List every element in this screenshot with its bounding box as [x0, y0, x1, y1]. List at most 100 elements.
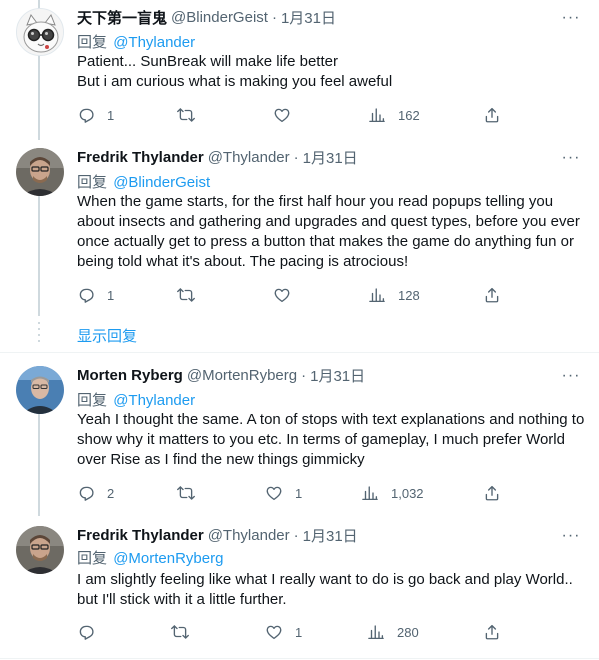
- retweet-button[interactable]: [177, 484, 195, 502]
- reply-to: 回复 @BlinderGeist: [77, 171, 210, 192]
- like-button[interactable]: 1: [265, 623, 302, 641]
- views-count: 128: [398, 287, 420, 303]
- views-count: 280: [397, 624, 419, 640]
- views-button[interactable]: 162: [368, 106, 420, 124]
- tweet-text-line: Patient... SunBreak will make life bette…: [77, 53, 338, 70]
- author-handle[interactable]: @Thylander: [208, 527, 290, 544]
- share-icon: [483, 106, 501, 124]
- tweet-date[interactable]: 1月31日: [310, 365, 365, 386]
- tweet[interactable]: Morten Ryberg @MortenRyberg · 1月31日 ··· …: [0, 358, 599, 518]
- tweet[interactable]: Fredrik Thylander @Thylander · 1月31日 ···…: [0, 140, 599, 350]
- share-button[interactable]: [483, 106, 501, 124]
- share-icon: [483, 286, 501, 304]
- heart-icon: [273, 286, 291, 304]
- author-name[interactable]: Fredrik Thylander: [77, 527, 204, 544]
- views-icon: [368, 106, 386, 124]
- views-button[interactable]: 280: [367, 623, 419, 641]
- reply-icon: [77, 286, 95, 304]
- avatar[interactable]: [16, 148, 64, 196]
- tweet[interactable]: Fredrik Thylander @Thylander · 1月31日 ···…: [0, 518, 599, 660]
- tweet-text-line: I am slightly feeling like what I really…: [77, 571, 573, 608]
- reply-button[interactable]: [77, 623, 95, 641]
- reply-prefix: 回复: [77, 392, 108, 409]
- separator-dot: ·: [293, 526, 299, 544]
- divider: [0, 352, 599, 353]
- person-avatar-icon: [16, 148, 64, 196]
- retweet-button[interactable]: [177, 286, 195, 304]
- avatar[interactable]: [16, 526, 64, 574]
- reply-mention-link[interactable]: @Thylander: [113, 34, 195, 51]
- retweet-button[interactable]: [177, 106, 195, 124]
- divider: [0, 658, 599, 659]
- retweet-icon: [177, 484, 195, 502]
- tweet-date[interactable]: 1月31日: [281, 7, 336, 28]
- reply-mention-link[interactable]: @Thylander: [113, 392, 195, 409]
- like-button[interactable]: 1: [265, 484, 302, 502]
- retweet-icon: [177, 286, 195, 304]
- views-button[interactable]: 1,032: [361, 484, 424, 502]
- tweet-date[interactable]: 1月31日: [303, 525, 358, 546]
- author-name[interactable]: Fredrik Thylander: [77, 149, 204, 166]
- reply-icon: [77, 106, 95, 124]
- retweet-icon: [177, 106, 195, 124]
- share-icon: [483, 623, 501, 641]
- reply-button[interactable]: 1: [77, 106, 114, 124]
- like-count: 1: [295, 624, 303, 640]
- share-button[interactable]: [483, 484, 501, 502]
- heart-icon: [273, 106, 291, 124]
- heart-icon: [265, 623, 283, 641]
- retweet-button[interactable]: [171, 623, 189, 641]
- views-icon: [361, 484, 379, 502]
- action-bar: 2 1 1,032: [77, 483, 507, 503]
- reply-mention-link[interactable]: @MortenRyberg: [113, 550, 223, 567]
- tweet-text-line: Yeah I thought the same. A ton of stops …: [77, 411, 585, 468]
- reply-button[interactable]: 2: [77, 484, 114, 502]
- person-avatar-icon: [16, 526, 64, 574]
- views-icon: [368, 286, 386, 304]
- share-button[interactable]: [483, 286, 501, 304]
- separator-dot: ·: [293, 148, 299, 166]
- tweet-text: Patient... SunBreak will make life bette…: [77, 52, 587, 92]
- author-handle[interactable]: @Thylander: [208, 149, 290, 166]
- more-icon[interactable]: ···: [561, 366, 581, 386]
- share-button[interactable]: [483, 623, 501, 641]
- more-icon[interactable]: ···: [561, 526, 581, 546]
- cat-avatar-icon: [17, 9, 63, 55]
- reply-to: 回复 @MortenRyberg: [77, 547, 223, 568]
- views-button[interactable]: 128: [368, 286, 420, 304]
- reply-count: 1: [107, 107, 115, 123]
- author-name[interactable]: 天下第一盲鬼: [77, 7, 167, 28]
- like-button[interactable]: [273, 106, 291, 124]
- retweet-icon: [171, 623, 189, 641]
- share-icon: [483, 484, 501, 502]
- like-button[interactable]: [273, 286, 291, 304]
- views-icon: [367, 623, 385, 641]
- action-bar: 1 128: [77, 285, 507, 305]
- heart-icon: [265, 484, 283, 502]
- tweet-text: Yeah I thought the same. A ton of stops …: [77, 410, 587, 470]
- tweet-text: When the game starts, for the first half…: [77, 192, 587, 272]
- tweet-text: I am slightly feeling like what I really…: [77, 570, 587, 610]
- reply-count: 2: [107, 485, 115, 501]
- reply-count: 1: [107, 287, 115, 303]
- tweet-date[interactable]: 1月31日: [303, 147, 358, 168]
- more-icon[interactable]: ···: [561, 8, 581, 28]
- reply-button[interactable]: 1: [77, 286, 114, 304]
- avatar[interactable]: [16, 8, 64, 56]
- tweet-header: Morten Ryberg @MortenRyberg · 1月31日: [77, 365, 365, 385]
- author-handle[interactable]: @BlinderGeist: [171, 9, 268, 26]
- author-name[interactable]: Morten Ryberg: [77, 367, 183, 384]
- tweet-header: Fredrik Thylander @Thylander · 1月31日: [77, 147, 358, 167]
- more-icon[interactable]: ···: [561, 148, 581, 168]
- show-replies-link[interactable]: 显示回复: [77, 325, 137, 346]
- reply-to: 回复 @Thylander: [77, 31, 195, 52]
- author-handle[interactable]: @MortenRyberg: [187, 367, 297, 384]
- avatar[interactable]: [16, 366, 64, 414]
- separator-dot: ·: [301, 366, 307, 384]
- tweet[interactable]: 天下第一盲鬼 @BlinderGeist · 1月31日 ··· 回复 @Thy…: [0, 0, 599, 140]
- views-count: 162: [398, 107, 420, 123]
- reply-mention-link[interactable]: @BlinderGeist: [113, 174, 210, 191]
- reply-prefix: 回复: [77, 550, 108, 567]
- action-bar: 1 280: [77, 622, 507, 642]
- person-avatar-icon: [16, 366, 64, 414]
